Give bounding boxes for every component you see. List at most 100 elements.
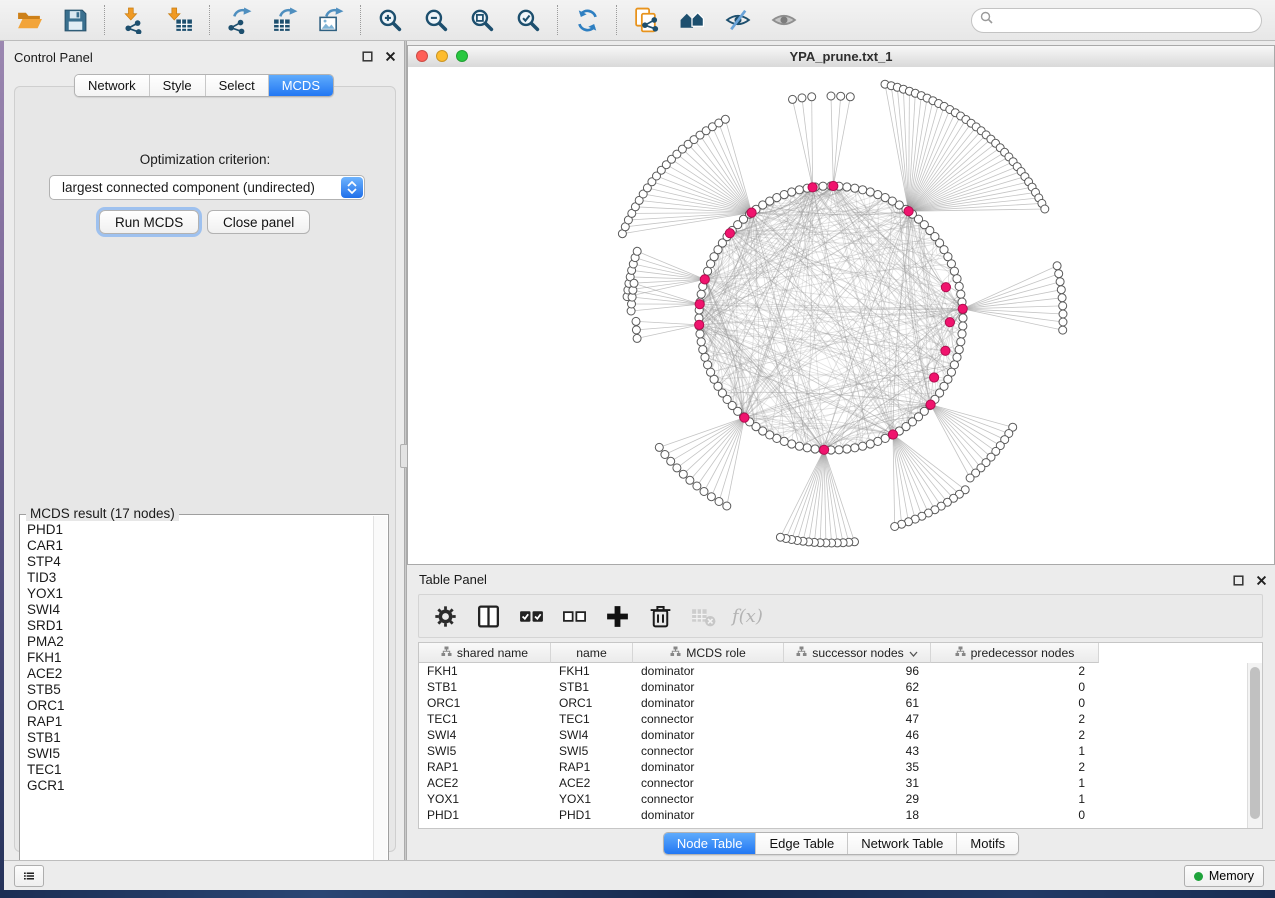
- column-header-shared-name[interactable]: shared name: [419, 643, 551, 663]
- table-panel-tabbar: Node TableEdge TableNetwork TableMotifs: [407, 832, 1275, 855]
- mcds-result-item[interactable]: TID3: [27, 570, 372, 586]
- export-table-icon[interactable]: [269, 4, 301, 36]
- mcds-result-item[interactable]: FKH1: [27, 650, 372, 666]
- select-all-icon[interactable]: [517, 602, 545, 630]
- tab-motifs[interactable]: Motifs: [956, 833, 1018, 854]
- cell-mcds_role: dominator: [633, 680, 784, 694]
- mcds-result-item[interactable]: GCR1: [27, 778, 372, 794]
- dropdown-selected-value: largest connected component (undirected): [50, 180, 315, 195]
- cell-predecessor_nodes: 1: [931, 776, 1099, 790]
- open-file-icon[interactable]: [13, 4, 45, 36]
- tab-network-table[interactable]: Network Table: [847, 833, 956, 854]
- new-network-from-selection-icon[interactable]: [630, 4, 662, 36]
- zoom-selected-icon[interactable]: [512, 4, 544, 36]
- search-box[interactable]: [971, 8, 1262, 33]
- mcds-result-item[interactable]: SWI4: [27, 602, 372, 618]
- run-mcds-button[interactable]: Run MCDS: [99, 210, 199, 234]
- mcds-result-item[interactable]: TEC1: [27, 762, 372, 778]
- deselect-all-icon[interactable]: [560, 602, 588, 630]
- cell-successor_nodes: 18: [784, 808, 931, 822]
- close-panel-icon[interactable]: [384, 50, 396, 62]
- tab-node-table[interactable]: Node Table: [664, 833, 756, 854]
- table-scrollbar[interactable]: [1247, 663, 1262, 828]
- main-toolbar: [0, 0, 1275, 41]
- table-row[interactable]: ORC1ORC1dominator610: [419, 695, 1248, 711]
- tab-edge-table[interactable]: Edge Table: [755, 833, 847, 854]
- show-all-icon[interactable]: [768, 4, 800, 36]
- show-column-icon[interactable]: [474, 602, 502, 630]
- float-table-panel-icon[interactable]: [1232, 574, 1244, 586]
- cell-mcds_role: dominator: [633, 696, 784, 710]
- cell-shared_name: PHD1: [419, 808, 551, 822]
- cell-mcds_role: connector: [633, 744, 784, 758]
- optimization-criterion-dropdown[interactable]: largest connected component (undirected): [49, 175, 365, 200]
- memory-button[interactable]: Memory: [1184, 865, 1264, 887]
- column-header-MCDS-role[interactable]: MCDS role: [633, 643, 784, 663]
- zoom-in-icon[interactable]: [374, 4, 406, 36]
- table-row[interactable]: SWI4SWI4dominator462: [419, 727, 1248, 743]
- column-header-successor-nodes[interactable]: successor nodes: [784, 643, 931, 663]
- import-table-icon[interactable]: [164, 4, 196, 36]
- column-header-predecessor-nodes[interactable]: predecessor nodes: [931, 643, 1099, 663]
- table-row[interactable]: RAP1RAP1dominator352: [419, 759, 1248, 775]
- mcds-result-item[interactable]: SWI5: [27, 746, 372, 762]
- close-table-panel-icon[interactable]: [1255, 574, 1267, 586]
- table-row[interactable]: FKH1FKH1dominator962: [419, 663, 1248, 679]
- mcds-result-item[interactable]: RAP1: [27, 714, 372, 730]
- table-row[interactable]: ACE2ACE2connector311: [419, 775, 1248, 791]
- mcds-result-item[interactable]: ACE2: [27, 666, 372, 682]
- mcds-result-item[interactable]: PMA2: [27, 634, 372, 650]
- mcds-result-item[interactable]: SRD1: [27, 618, 372, 634]
- close-panel-button[interactable]: Close panel: [207, 210, 310, 234]
- task-history-button[interactable]: [14, 865, 44, 887]
- tab-select[interactable]: Select: [205, 75, 268, 96]
- mcds-tab-content: Optimization criterion: largest connecte…: [14, 86, 396, 852]
- hide-selected-icon[interactable]: [722, 4, 754, 36]
- cell-shared_name: SWI5: [419, 744, 551, 758]
- mcds-result-item[interactable]: CAR1: [27, 538, 372, 554]
- tab-style[interactable]: Style: [149, 75, 205, 96]
- cell-shared_name: ORC1: [419, 696, 551, 710]
- search-input[interactable]: [998, 9, 1261, 31]
- cell-mcds_role: connector: [633, 712, 784, 726]
- mcds-result-item[interactable]: STB1: [27, 730, 372, 746]
- cell-name: SWI5: [551, 744, 633, 758]
- delete-column-icon[interactable]: [646, 602, 674, 630]
- add-column-icon[interactable]: [603, 602, 631, 630]
- tab-mcds[interactable]: MCDS: [268, 75, 333, 96]
- mcds-result-item[interactable]: PHD1: [27, 522, 372, 538]
- zoom-fit-icon[interactable]: [466, 4, 498, 36]
- table-row[interactable]: SWI5SWI5connector431: [419, 743, 1248, 759]
- save-session-icon[interactable]: [59, 4, 91, 36]
- network-window-titlebar[interactable]: YPA_prune.txt_1: [408, 46, 1274, 68]
- network-canvas[interactable]: [408, 67, 1274, 564]
- cell-successor_nodes: 43: [784, 744, 931, 758]
- tab-network[interactable]: Network: [75, 75, 149, 96]
- float-window-icon[interactable]: [361, 50, 373, 62]
- mcds-result-item[interactable]: STP4: [27, 554, 372, 570]
- mcds-result-item[interactable]: ORC1: [27, 698, 372, 714]
- refresh-layout-icon[interactable]: [571, 4, 603, 36]
- settings-gear-icon[interactable]: [431, 602, 459, 630]
- zoom-out-icon[interactable]: [420, 4, 452, 36]
- mcds-result-item[interactable]: STB5: [27, 682, 372, 698]
- table-scrollbar-thumb[interactable]: [1250, 667, 1260, 819]
- cell-successor_nodes: 96: [784, 664, 931, 678]
- export-image-icon[interactable]: [315, 4, 347, 36]
- table-row[interactable]: STB1STB1dominator620: [419, 679, 1248, 695]
- result-list-scrollbar[interactable]: [373, 516, 387, 882]
- cell-predecessor_nodes: 0: [931, 808, 1099, 822]
- cell-predecessor_nodes: 2: [931, 760, 1099, 774]
- mcds-result-item[interactable]: YOX1: [27, 586, 372, 602]
- table-row[interactable]: YOX1YOX1connector291: [419, 791, 1248, 807]
- export-network-icon[interactable]: [223, 4, 255, 36]
- cell-mcds_role: connector: [633, 792, 784, 806]
- dropdown-stepper-icon: [341, 177, 363, 198]
- column-type-icon: [796, 646, 807, 660]
- table-row[interactable]: TEC1TEC1connector472: [419, 711, 1248, 727]
- show-group-icon[interactable]: [676, 4, 708, 36]
- table-row[interactable]: PHD1PHD1dominator180: [419, 807, 1248, 823]
- import-network-icon[interactable]: [118, 4, 150, 36]
- memory-label: Memory: [1209, 869, 1254, 883]
- column-header-name[interactable]: name: [551, 643, 633, 663]
